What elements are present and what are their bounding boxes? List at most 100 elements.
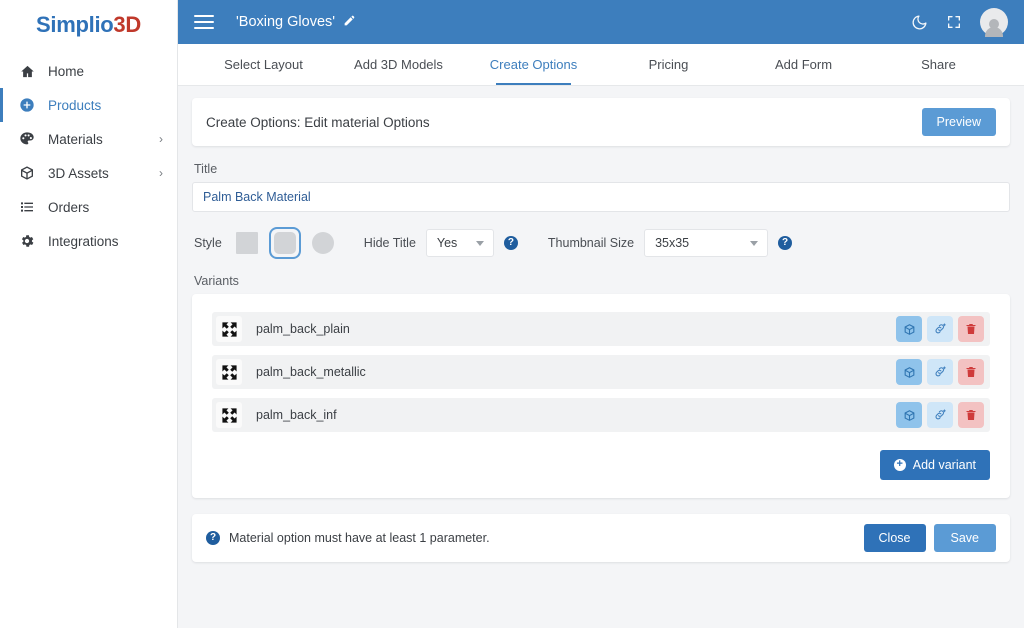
hide-title-select[interactable]: Yes: [426, 229, 494, 257]
trash-icon[interactable]: [958, 359, 984, 385]
footer-actions: Close Save: [864, 524, 996, 552]
tab-share[interactable]: Share: [871, 44, 1006, 85]
tab-pricing[interactable]: Pricing: [601, 44, 736, 85]
sidebar-item-3d-assets[interactable]: 3D Assets ›: [0, 156, 177, 190]
sidebar-item-label: Integrations: [48, 234, 163, 249]
trash-icon[interactable]: [958, 402, 984, 428]
tab-select-layout[interactable]: Select Layout: [196, 44, 331, 85]
panel-header: Create Options: Edit material Options Pr…: [192, 98, 1010, 146]
chevron-down-icon: [750, 241, 758, 246]
tab-label: Add Form: [775, 57, 832, 72]
document-title-text: 'Boxing Gloves': [236, 14, 335, 30]
sidebar: Simplio3D Home Products: [0, 0, 178, 628]
tab-add-form[interactable]: Add Form: [736, 44, 871, 85]
thumbnail-size-label: Thumbnail Size: [548, 236, 634, 250]
style-option-square[interactable]: [236, 232, 258, 254]
expand-arrows-icon[interactable]: [216, 316, 242, 342]
hide-title-label: Hide Title: [364, 236, 416, 250]
variant-actions: [896, 359, 984, 385]
list-icon: [16, 198, 38, 216]
home-icon: [16, 62, 38, 80]
document-title: 'Boxing Gloves': [236, 14, 356, 30]
expand-arrows-icon[interactable]: [216, 402, 242, 428]
brand-name-primary: Simplio: [36, 12, 113, 38]
variant-actions: [896, 402, 984, 428]
title-field-label: Title: [192, 162, 1010, 176]
link-star-icon[interactable]: [927, 359, 953, 385]
variant-actions: [896, 316, 984, 342]
variant-name: palm_back_inf: [256, 408, 337, 422]
sidebar-item-label: Home: [48, 64, 163, 79]
gear-icon: [16, 232, 38, 250]
wizard-tabs: Select Layout Add 3D Models Create Optio…: [178, 44, 1024, 86]
tab-label: Create Options: [490, 57, 577, 72]
add-variant-button[interactable]: + Add variant: [880, 450, 990, 480]
cube-icon: [16, 164, 38, 182]
tab-add-3d-models[interactable]: Add 3D Models: [331, 44, 466, 85]
sidebar-item-integrations[interactable]: Integrations: [0, 224, 177, 258]
thumbnail-size-help-icon[interactable]: ?: [778, 236, 792, 250]
chevron-right-icon: ›: [159, 132, 163, 146]
style-option-rounded[interactable]: [269, 227, 301, 259]
sidebar-item-label: Orders: [48, 200, 163, 215]
sidebar-nav: Home Products Materials ›: [0, 54, 177, 258]
palette-icon: [16, 130, 38, 148]
tab-create-options[interactable]: Create Options: [466, 44, 601, 85]
user-avatar-icon: [980, 8, 1008, 36]
chevron-down-icon: [476, 241, 484, 246]
sidebar-item-materials[interactable]: Materials ›: [0, 122, 177, 156]
style-option-circle[interactable]: [312, 232, 334, 254]
title-input[interactable]: [192, 182, 1010, 212]
cube-icon[interactable]: [896, 359, 922, 385]
brand-logo[interactable]: Simplio3D: [0, 0, 177, 46]
trash-icon[interactable]: [958, 316, 984, 342]
hide-title-value: Yes: [437, 236, 457, 250]
top-bar-actions: [911, 8, 1008, 36]
sidebar-item-orders[interactable]: Orders: [0, 190, 177, 224]
variants-label: Variants: [194, 274, 1010, 288]
variant-name: palm_back_plain: [256, 322, 350, 336]
footer-bar: ? Material option must have at least 1 p…: [192, 514, 1010, 562]
hide-title-help-icon[interactable]: ?: [504, 236, 518, 250]
plus-circle-icon: [16, 96, 38, 114]
table-row[interactable]: palm_back_plain: [212, 312, 990, 346]
status-message: ? Material option must have at least 1 p…: [206, 531, 490, 545]
content-area: Create Options: Edit material Options Pr…: [178, 86, 1024, 628]
add-variant-row: + Add variant: [212, 450, 990, 480]
style-swatches: [236, 227, 334, 259]
style-label: Style: [194, 236, 222, 250]
preview-button[interactable]: Preview: [922, 108, 996, 136]
expand-arrows-icon[interactable]: [216, 359, 242, 385]
link-star-icon[interactable]: [927, 316, 953, 342]
main-area: 'Boxing Gloves' S: [178, 0, 1024, 628]
page-title: Create Options: Edit material Options: [206, 115, 430, 130]
sidebar-item-label: 3D Assets: [48, 166, 159, 181]
save-button[interactable]: Save: [934, 524, 997, 552]
cube-icon[interactable]: [896, 402, 922, 428]
style-row: Style Hide Title Yes ? Thumbnail Size 35: [192, 228, 1010, 258]
sidebar-item-products[interactable]: Products: [0, 88, 177, 122]
sidebar-item-home[interactable]: Home: [0, 54, 177, 88]
close-button[interactable]: Close: [864, 524, 926, 552]
avatar[interactable]: [980, 8, 1008, 36]
moon-icon[interactable]: [911, 14, 928, 31]
table-row[interactable]: palm_back_inf: [212, 398, 990, 432]
expand-icon[interactable]: [946, 14, 962, 30]
tab-label: Pricing: [649, 57, 689, 72]
cube-icon[interactable]: [896, 316, 922, 342]
tab-label: Add 3D Models: [354, 57, 443, 72]
thumbnail-size-select[interactable]: 35x35: [644, 229, 768, 257]
variant-name: palm_back_metallic: [256, 365, 366, 379]
variants-card: palm_back_plain: [192, 294, 1010, 498]
style-swatch-rounded-icon: [274, 232, 296, 254]
hamburger-icon[interactable]: [194, 15, 214, 29]
table-row[interactable]: palm_back_metallic: [212, 355, 990, 389]
top-bar: 'Boxing Gloves': [178, 0, 1024, 44]
thumbnail-size-value: 35x35: [655, 236, 689, 250]
pencil-icon[interactable]: [343, 14, 356, 30]
link-star-icon[interactable]: [927, 402, 953, 428]
add-variant-label: Add variant: [913, 458, 976, 472]
chevron-right-icon: ›: [159, 166, 163, 180]
help-icon[interactable]: ?: [206, 531, 220, 545]
brand-name-accent: 3D: [113, 12, 141, 38]
